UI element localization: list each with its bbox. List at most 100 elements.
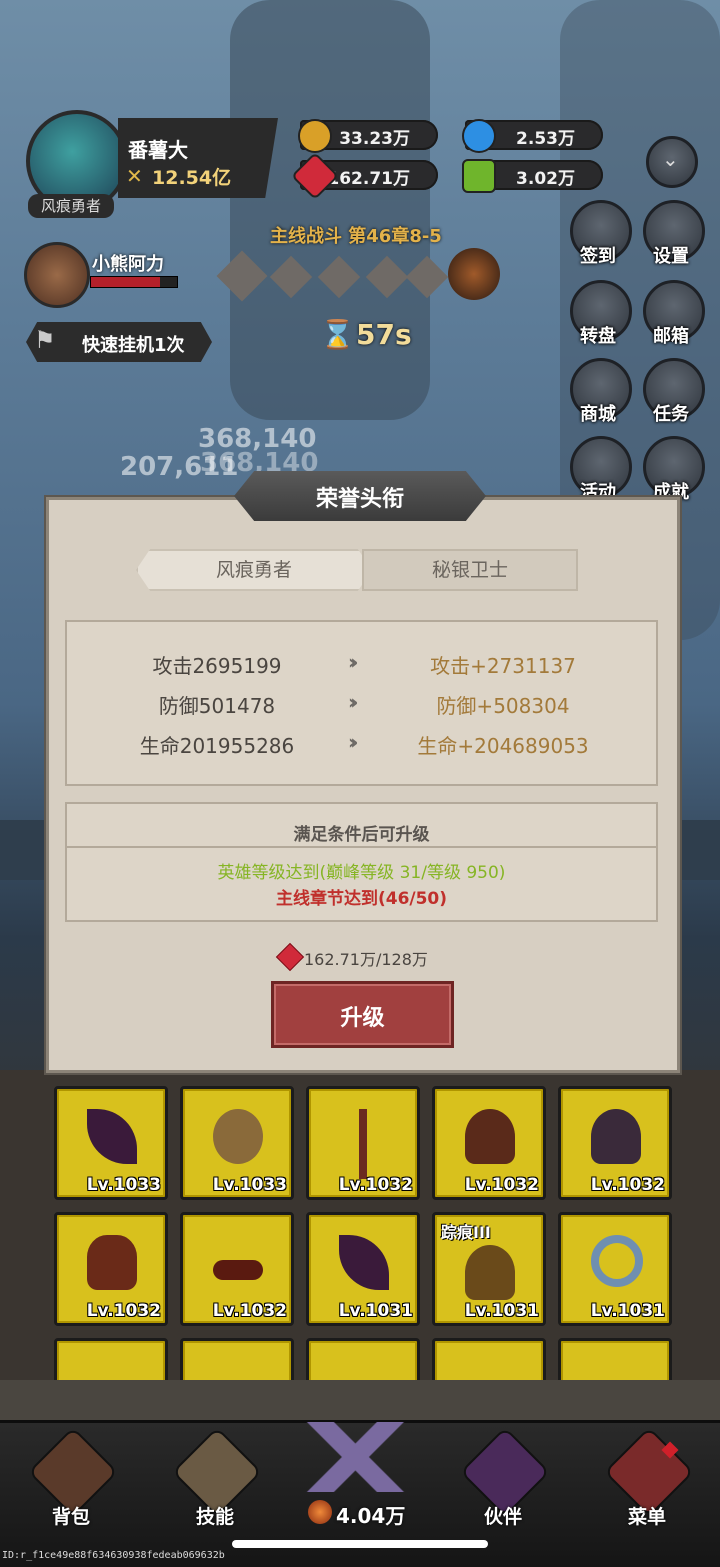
power-orb-icon xyxy=(308,1500,332,1524)
flag-icon: ⚑ xyxy=(34,326,56,354)
stage-title: 主线战斗 第46章8-5 xyxy=(270,226,442,247)
claw-icon xyxy=(339,1235,389,1290)
stage-node xyxy=(405,255,449,299)
goggles-icon xyxy=(213,1260,263,1280)
necklace-icon xyxy=(465,1245,515,1300)
tab-active-title[interactable]: 风痕勇者 xyxy=(136,549,372,591)
dialog-title-banner: 荣誉头衔 xyxy=(234,471,486,521)
boss-icon xyxy=(448,248,500,300)
player-name: 番薯大 xyxy=(128,138,188,162)
tab-partner-label: 伙伴 xyxy=(483,1506,522,1528)
inventory-grid: Lv.1033 Lv.1033 Lv.1032 Lv.1032 Lv.1032 … xyxy=(0,1070,720,1380)
stat-hp-current: 生命201955286 xyxy=(139,734,295,758)
tab-partner[interactable]: 伙伴 xyxy=(448,1422,558,1532)
cash-value: 3.02万 xyxy=(516,169,575,189)
stage-node xyxy=(317,255,361,299)
stat-hp-next: 生命+204689053 xyxy=(417,734,589,758)
stage-progress-track xyxy=(216,250,460,302)
item-slot[interactable]: Lv.1032 xyxy=(558,1086,672,1200)
blue-crystal-icon xyxy=(462,119,496,153)
item-level: Lv.1031 xyxy=(464,1301,539,1321)
item-level: Lv.1033 xyxy=(212,1175,287,1195)
chevron-down-icon: ⌄ xyxy=(662,147,679,171)
footer-id: ID:r_f1ce49e88f634630938fedeab069632b xyxy=(2,1550,225,1561)
item-slot[interactable]: Lv.1032 xyxy=(180,1212,294,1326)
sign-in-label: 签到 xyxy=(580,246,616,267)
tab-battle[interactable]: 4.04万 xyxy=(304,1422,414,1532)
tab-menu[interactable]: 菜单 xyxy=(592,1422,702,1532)
item-slot[interactable]: Lv.1032 xyxy=(432,1086,546,1200)
stat-attack-current: 攻击2695199 xyxy=(152,654,282,678)
tab-bag[interactable]: 背包 xyxy=(16,1422,126,1532)
tab-skill-label: 技能 xyxy=(195,1506,234,1528)
item-level: Lv.1031 xyxy=(338,1301,413,1321)
item-slot[interactable] xyxy=(180,1338,294,1380)
item-level: Lv.1031 xyxy=(590,1301,665,1321)
stat-attack-next: 攻击+2731137 xyxy=(430,654,576,678)
tab-battle-value: 4.04万 xyxy=(336,1504,406,1528)
stage-node xyxy=(216,250,268,302)
item-slot[interactable]: Lv.1033 xyxy=(54,1086,168,1200)
item-slot[interactable] xyxy=(306,1338,420,1380)
quick-idle-label: 快速挂机1次 xyxy=(82,335,185,356)
wheel-label: 转盘 xyxy=(580,326,616,347)
helmet-icon xyxy=(465,1109,515,1164)
double-chevron-icon: ›› xyxy=(348,650,359,674)
ring-icon xyxy=(591,1235,643,1287)
condition-hero-level: 英雄等级达到(巅峰等级 31/等级 950) xyxy=(217,863,506,883)
dialog-title: 荣誉头衔 xyxy=(315,487,404,512)
gold-value: 33.23万 xyxy=(339,129,410,149)
tab-menu-label: 菜单 xyxy=(627,1506,666,1528)
mail-label: 邮箱 xyxy=(653,326,689,347)
tab-bag-label: 背包 xyxy=(51,1506,90,1528)
item-slot[interactable]: Lv.1031 xyxy=(558,1212,672,1326)
item-slot[interactable]: Lv.1032 xyxy=(306,1086,420,1200)
item-slot[interactable] xyxy=(558,1338,672,1380)
item-slot[interactable]: 踪痕III Lv.1031 xyxy=(432,1212,546,1326)
item-level: Lv.1033 xyxy=(86,1175,161,1195)
stage-timer: 57s xyxy=(356,318,412,351)
item-level: Lv.1032 xyxy=(338,1175,413,1195)
upgrade-label: 升级 xyxy=(340,1006,385,1031)
grid-bottom-band xyxy=(0,1380,720,1420)
hourglass-icon: ⌛ xyxy=(320,318,355,351)
eye-amulet-icon xyxy=(213,1109,263,1164)
item-level: Lv.1032 xyxy=(212,1301,287,1321)
player-title: 风痕勇者 xyxy=(40,197,101,215)
home-indicator xyxy=(232,1540,488,1548)
tab-next-title[interactable]: 秘银卫士 xyxy=(362,549,578,591)
player-power: 12.54亿 xyxy=(152,167,232,189)
item-slot[interactable]: Lv.1032 xyxy=(54,1212,168,1326)
sword-icon: ✕ xyxy=(126,164,143,188)
collapse-button[interactable]: ⌄ xyxy=(646,136,698,188)
helmet-icon xyxy=(591,1109,641,1164)
double-chevron-icon: ›› xyxy=(348,690,359,714)
hat-icon xyxy=(87,1235,137,1290)
stage-node xyxy=(365,255,409,299)
item-level: Lv.1032 xyxy=(86,1301,161,1321)
upgrade-cost: 162.71万/128万 xyxy=(304,950,428,969)
companion-avatar[interactable] xyxy=(24,242,90,308)
gold-coin-icon xyxy=(298,119,332,153)
player-title-badge: 风痕勇者 xyxy=(28,194,114,218)
item-tag: 踪痕III xyxy=(441,1223,491,1242)
item-slot[interactable] xyxy=(432,1338,546,1380)
item-level: Lv.1032 xyxy=(464,1175,539,1195)
tab-skill[interactable]: 技能 xyxy=(160,1422,270,1532)
crystal-value: 2.53万 xyxy=(516,129,575,149)
claw-icon xyxy=(87,1109,137,1164)
ruby-value: 162.71万 xyxy=(327,169,410,189)
item-slot[interactable]: Lv.1031 xyxy=(306,1212,420,1326)
item-slot[interactable] xyxy=(54,1338,168,1380)
cash-icon xyxy=(462,159,496,193)
companion-hp-fill xyxy=(91,277,160,287)
upgrade-button[interactable]: 升级 xyxy=(271,981,454,1048)
settings-label: 设置 xyxy=(653,246,689,267)
stat-defense-next: 防御+508304 xyxy=(436,694,570,718)
companion-name: 小熊阿力 xyxy=(92,254,164,275)
staff-icon xyxy=(359,1109,367,1179)
item-level: Lv.1032 xyxy=(590,1175,665,1195)
item-slot[interactable]: Lv.1033 xyxy=(180,1086,294,1200)
conditions-title: 满足条件后可升级 xyxy=(293,825,430,845)
shop-label: 商城 xyxy=(580,404,616,425)
